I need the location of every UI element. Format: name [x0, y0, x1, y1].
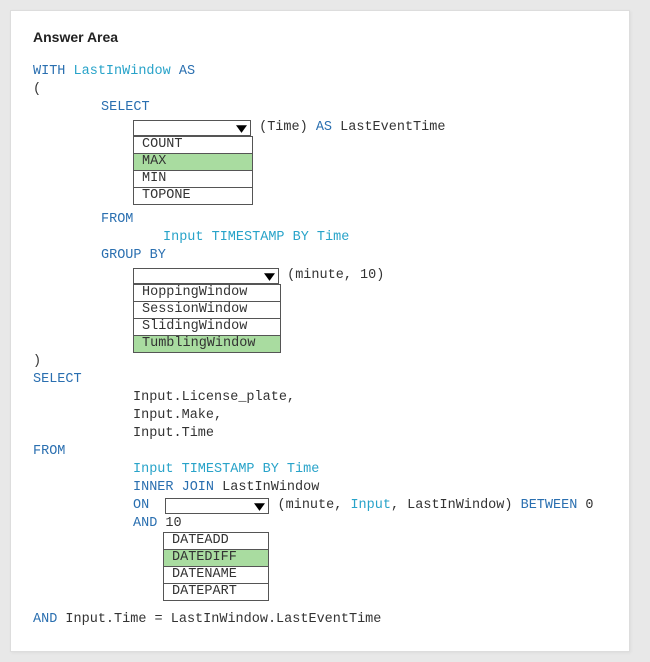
line-with: WITH LastInWindow AS	[33, 63, 611, 81]
func-dropdown-list[interactable]: COUNT MAX MIN TOPONE	[133, 136, 253, 205]
kw-from2: FROM	[33, 443, 65, 461]
final-clause: Input.Time = LastInWindow.LastEventTime	[65, 611, 381, 629]
opt-datediff[interactable]: DATEDIFF	[164, 550, 268, 567]
window-dropdown-handle[interactable]	[133, 268, 279, 284]
line-close-paren: )	[33, 353, 611, 371]
kw-and: AND	[133, 515, 157, 533]
chevron-down-icon	[236, 123, 247, 134]
from2-body: Input TIMESTAMP BY Time	[133, 461, 319, 479]
kw-on: ON	[133, 497, 149, 515]
opt-sliding[interactable]: SlidingWindow	[134, 319, 280, 336]
sql-code: WITH LastInWindow AS ( SELECT (Time) AS …	[33, 63, 611, 629]
opt-datepart[interactable]: DATEPART	[164, 584, 268, 600]
line-select1: SELECT	[33, 99, 611, 117]
window-dropdown-list[interactable]: HoppingWindow SessionWindow SlidingWindo…	[133, 284, 281, 353]
sel-col1: Input.License_plate,	[133, 389, 295, 407]
opt-min[interactable]: MIN	[134, 171, 252, 188]
line-from2-body: Input TIMESTAMP BY Time	[33, 461, 611, 479]
date-dropdown-handle[interactable]	[165, 498, 269, 514]
opt-datename[interactable]: DATENAME	[164, 567, 268, 584]
window-dropdown-list-wrap: HoppingWindow SessionWindow SlidingWindo…	[33, 284, 611, 353]
line-and-final: AND Input.Time = LastInWindow.LastEventT…	[33, 611, 611, 629]
opt-topone[interactable]: TOPONE	[134, 188, 252, 204]
line-from1-body: Input TIMESTAMP BY Time	[33, 229, 611, 247]
line-s3: Input.Time	[33, 425, 611, 443]
alias-lasteventtime: LastEventTime	[340, 119, 445, 137]
opt-count[interactable]: COUNT	[134, 137, 252, 154]
line-select2: SELECT	[33, 371, 611, 389]
time-arg: (Time)	[259, 119, 308, 137]
ij-target: LastInWindow	[222, 479, 319, 497]
kw-as2: AS	[316, 119, 332, 137]
chevron-down-icon	[264, 271, 275, 282]
gb-args: (minute, 10)	[287, 267, 384, 285]
chevron-down-icon	[254, 501, 265, 512]
opt-dateadd[interactable]: DATEADD	[164, 533, 268, 550]
opt-session[interactable]: SessionWindow	[134, 302, 280, 319]
open-paren: (	[33, 81, 41, 99]
opt-tumbling[interactable]: TumblingWindow	[134, 336, 280, 352]
val-ten: 10	[165, 515, 181, 533]
cte-name: LastInWindow	[74, 63, 171, 81]
kw-as: AS	[179, 63, 195, 81]
kw-with: WITH	[33, 63, 65, 81]
line-from1: FROM	[33, 211, 611, 229]
date-dropdown-list-wrap: DATEADD DATEDIFF DATENAME DATEPART	[33, 532, 611, 601]
from-body: Input TIMESTAMP BY Time	[163, 229, 349, 247]
kw-select: SELECT	[101, 99, 150, 117]
line-open-paren: (	[33, 81, 611, 99]
close-paren: )	[33, 353, 41, 371]
sel-col3: Input.Time	[133, 425, 214, 443]
page-title: Answer Area	[33, 29, 611, 45]
date-dropdown-list[interactable]: DATEADD DATEDIFF DATENAME DATEPART	[163, 532, 269, 601]
kw-select2: SELECT	[33, 371, 82, 389]
on-arg-minute: (minute,	[278, 497, 343, 515]
func-dropdown-handle[interactable]	[133, 120, 251, 136]
line-func1: (Time) AS LastEventTime	[33, 119, 611, 137]
kw-inner-join: INNER JOIN	[133, 479, 214, 497]
line-from2: FROM	[33, 443, 611, 461]
func-dropdown-list-wrap: COUNT MAX MIN TOPONE	[33, 136, 611, 205]
line-s2: Input.Make,	[33, 407, 611, 425]
kw-groupby: GROUP BY	[101, 247, 166, 265]
on-arg-input: Input	[350, 497, 391, 515]
answer-area-card: Answer Area WITH LastInWindow AS ( SELEC…	[10, 10, 630, 652]
line-func2: (minute, 10)	[33, 267, 611, 285]
line-s1: Input.License_plate,	[33, 389, 611, 407]
opt-hopping[interactable]: HoppingWindow	[134, 285, 280, 302]
on-arg-rest: , LastInWindow)	[391, 497, 513, 515]
opt-max[interactable]: MAX	[134, 154, 252, 171]
line-groupby: GROUP BY	[33, 247, 611, 265]
kw-between: BETWEEN	[521, 497, 578, 515]
sel-col2: Input.Make,	[133, 407, 222, 425]
kw-and2: AND	[33, 611, 57, 629]
line-inner-join: INNER JOIN LastInWindow	[33, 479, 611, 497]
kw-from: FROM	[101, 211, 133, 229]
line-on: ON (minute, Input , LastInWindow) BETWEE…	[33, 497, 611, 533]
val-zero: 0	[585, 497, 593, 515]
